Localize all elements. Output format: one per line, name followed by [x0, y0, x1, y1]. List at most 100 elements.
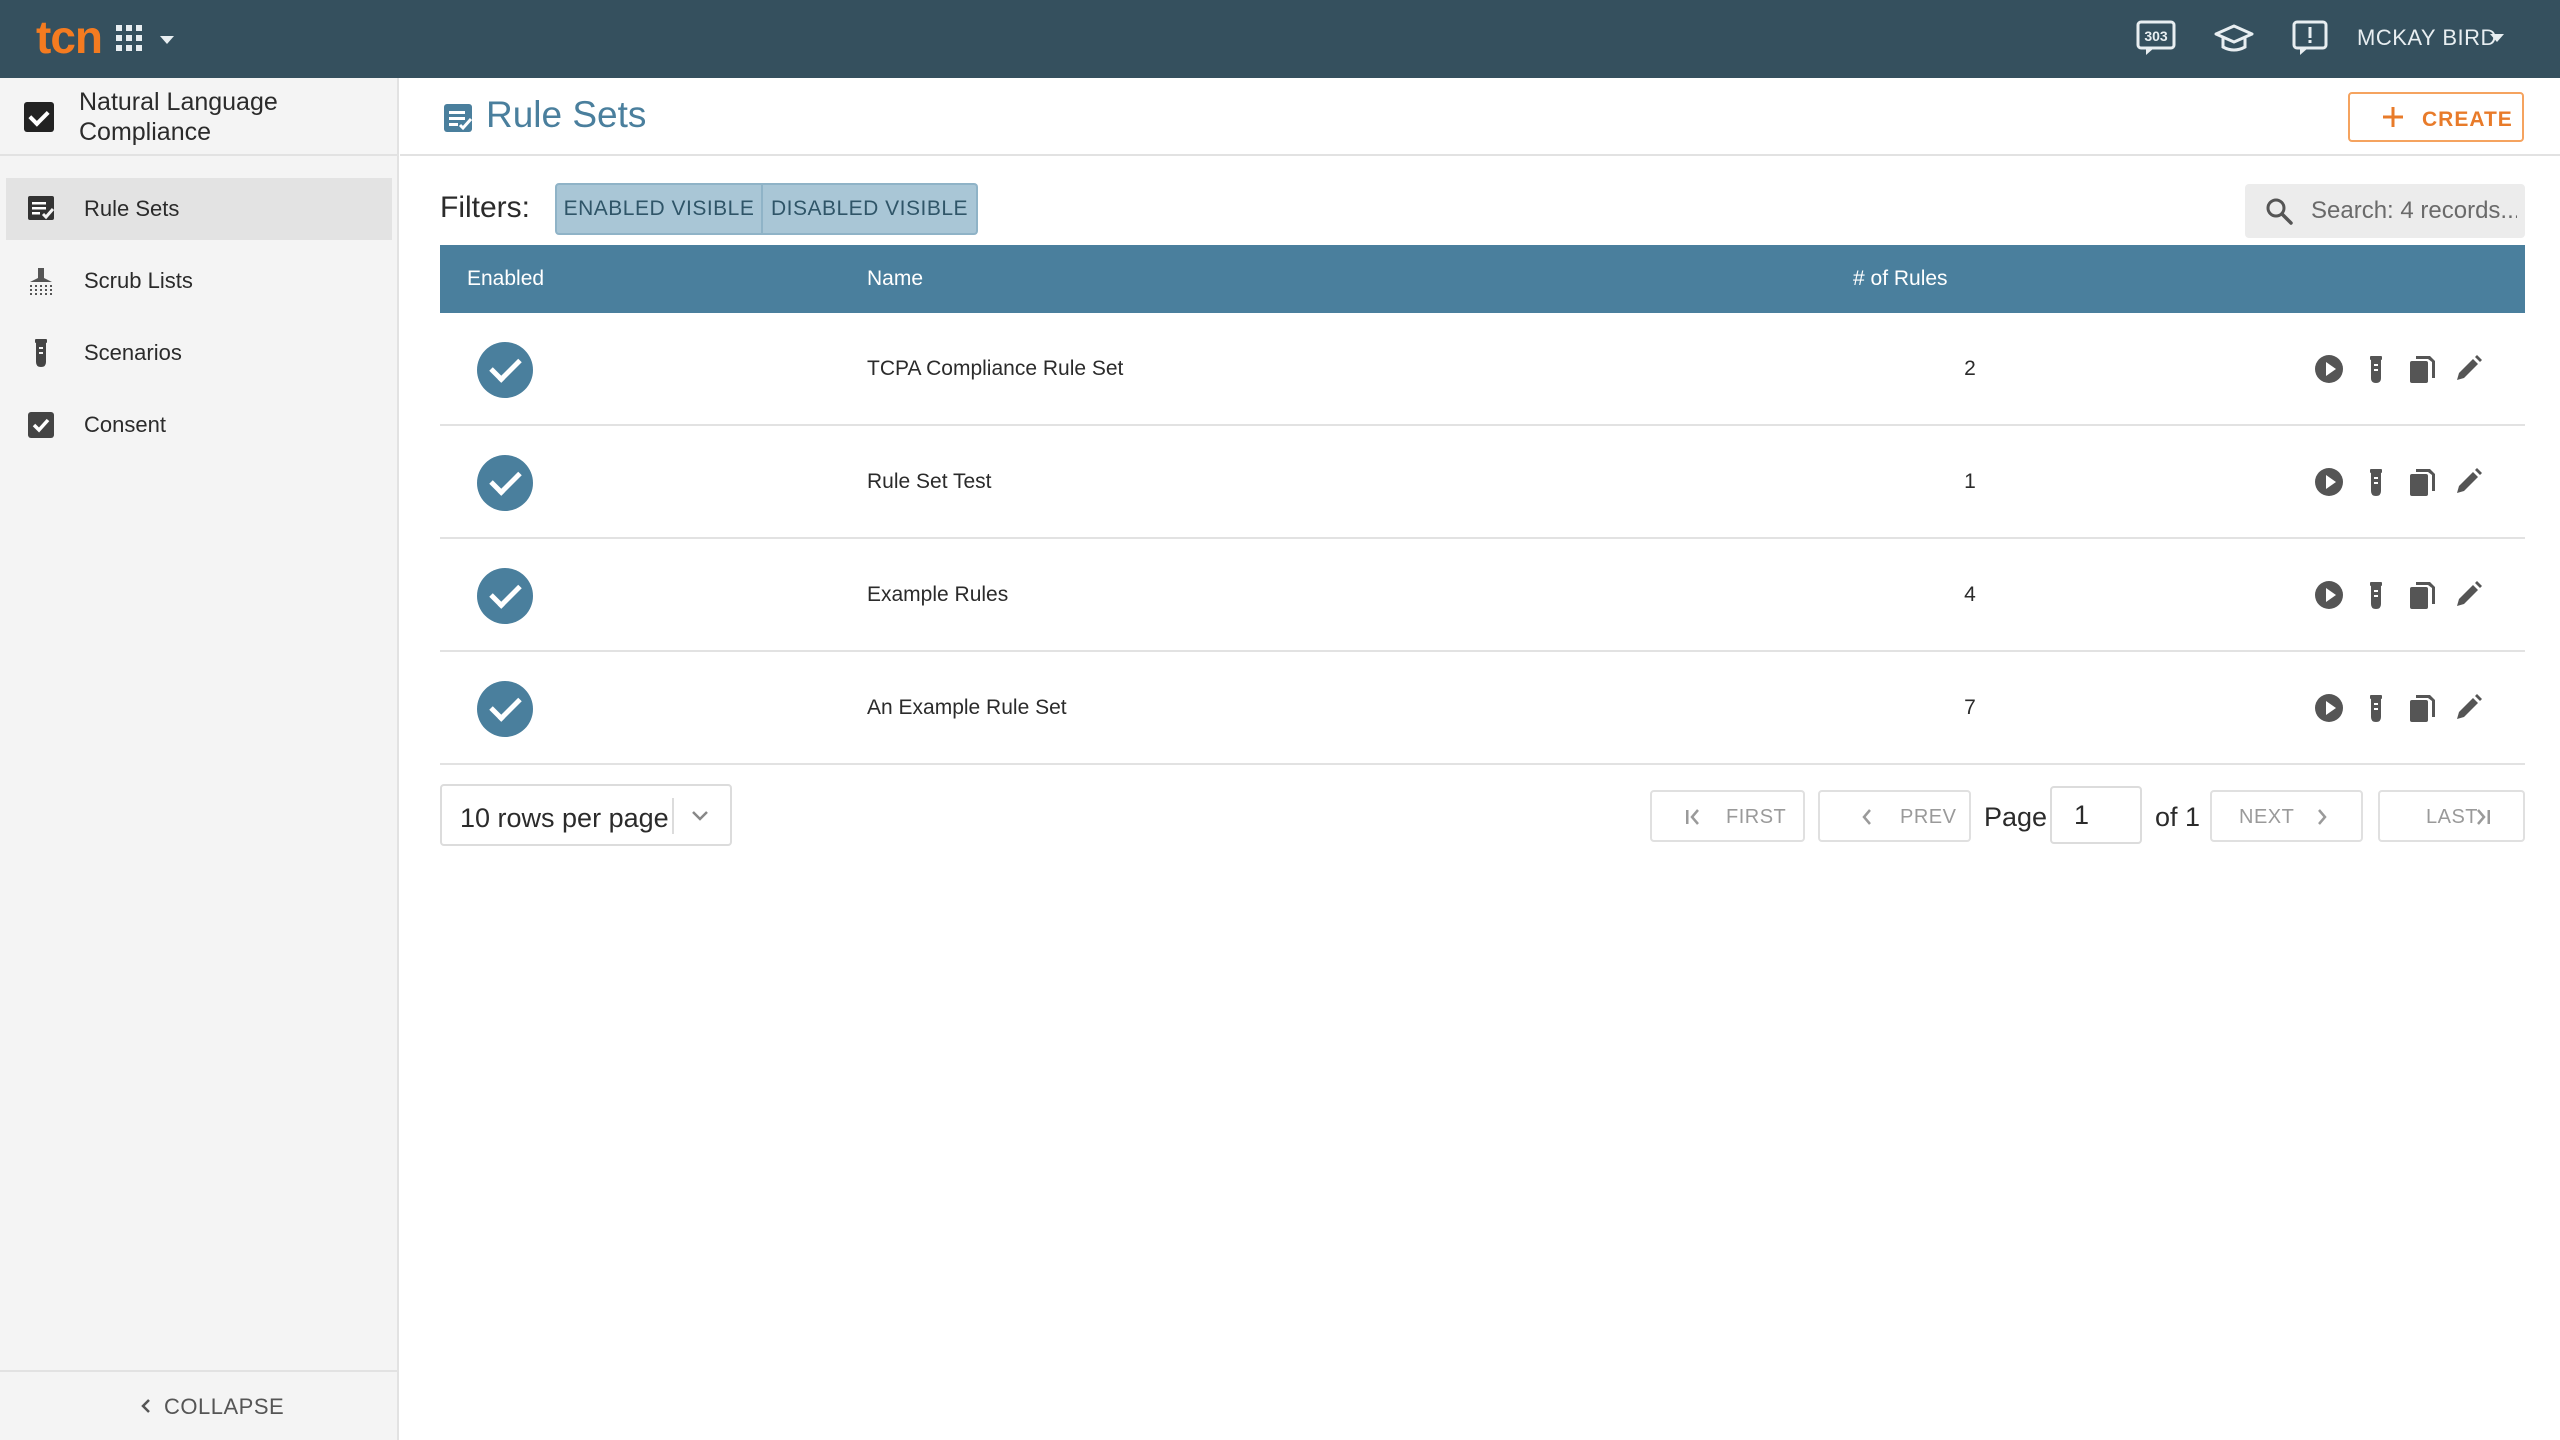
page-total: of 1: [2155, 802, 2201, 832]
sidebar-item-consent[interactable]: Consent: [6, 394, 392, 456]
page-header: Rule Sets CREATE: [400, 78, 2560, 156]
sidebar-item-scenarios[interactable]: Scenarios: [6, 322, 392, 384]
rule-set-name: Rule Set Test: [867, 470, 992, 493]
training-button[interactable]: [2214, 20, 2254, 56]
scrub-list-icon: [30, 268, 52, 295]
play-icon[interactable]: [2313, 579, 2345, 611]
app-switcher[interactable]: [116, 22, 176, 56]
sidebar-item-label: Scrub Lists: [84, 268, 193, 293]
filter-enabled-visible[interactable]: ENABLED VISIBLE: [555, 183, 763, 235]
feedback-icon: [2292, 20, 2328, 55]
copy-icon[interactable]: [2406, 353, 2438, 385]
rule-count: 7: [1964, 696, 1976, 719]
edit-icon[interactable]: [2452, 579, 2484, 611]
table-row[interactable]: Example Rules 4: [440, 539, 2525, 652]
page-number-input[interactable]: [2050, 786, 2142, 844]
test-tube-icon[interactable]: [2360, 692, 2392, 724]
edit-icon[interactable]: [2452, 466, 2484, 498]
user-menu-chevron-icon[interactable]: [2490, 34, 2504, 42]
apps-grid-icon: [116, 25, 142, 51]
select-divider: [672, 798, 674, 834]
messages-button[interactable]: 303: [2136, 20, 2176, 56]
rule-set-name: An Example Rule Set: [867, 696, 1067, 719]
sidebar-item-label: Scenarios: [84, 340, 182, 365]
chevron-left-icon: [1862, 809, 1871, 825]
test-tube-icon: [35, 339, 47, 367]
notification-count: 303: [2144, 28, 2168, 44]
sidebar-header: Natural Language Compliance: [0, 78, 397, 156]
test-tube-icon[interactable]: [2360, 579, 2392, 611]
table-header: Enabled Name # of Rules: [440, 245, 2525, 313]
filter-disabled-visible[interactable]: DISABLED VISIBLE: [763, 183, 978, 235]
user-name: MCKAY BIRD: [2357, 25, 2497, 50]
create-label: CREATE: [2422, 108, 2513, 131]
chevron-right-icon: [2318, 809, 2327, 825]
rule-count: 1: [1964, 470, 1976, 493]
app-title: Natural Language Compliance: [79, 88, 278, 146]
table-row[interactable]: TCPA Compliance Rule Set 2: [440, 313, 2525, 426]
edit-icon[interactable]: [2452, 353, 2484, 385]
last-page-button[interactable]: LAST: [2378, 790, 2525, 842]
enabled-check-icon: [477, 455, 533, 511]
first-page-icon: [1686, 809, 1699, 825]
filters-label: Filters:: [440, 191, 530, 224]
play-icon[interactable]: [2313, 466, 2345, 498]
enabled-check-icon: [477, 342, 533, 398]
graduation-cap-icon: [2214, 24, 2254, 52]
next-page-button[interactable]: NEXT: [2210, 790, 2363, 842]
column-rule-count[interactable]: # of Rules: [1853, 267, 1948, 291]
first-label: FIRST: [1726, 806, 1787, 828]
chevron-down-icon: [692, 811, 708, 821]
next-label: NEXT: [2239, 806, 2295, 828]
search-box: [2245, 184, 2525, 238]
collapse-label: COLLAPSE: [164, 1394, 285, 1419]
compliance-checkbox-icon: [24, 102, 54, 132]
test-tube-icon[interactable]: [2360, 353, 2392, 385]
column-enabled[interactable]: Enabled: [467, 267, 544, 291]
tcn-logo[interactable]: tcn: [36, 10, 103, 64]
page-label: Page: [1984, 802, 2048, 832]
play-icon[interactable]: [2313, 692, 2345, 724]
rows-per-page-select[interactable]: 10 rows per page: [440, 784, 732, 846]
rows-per-page-value: 10 rows per page: [460, 803, 669, 833]
enabled-check-icon: [477, 681, 533, 737]
copy-icon[interactable]: [2406, 579, 2438, 611]
play-icon[interactable]: [2313, 353, 2345, 385]
first-page-button[interactable]: FIRST: [1650, 790, 1805, 842]
create-button[interactable]: CREATE: [2348, 92, 2524, 142]
sidebar-item-rule-sets[interactable]: Rule Sets: [6, 178, 392, 240]
enabled-check-icon: [477, 568, 533, 624]
page-title: Rule Sets: [486, 94, 647, 135]
rule-set-name: TCPA Compliance Rule Set: [867, 357, 1124, 380]
chevron-left-icon: [141, 1399, 150, 1413]
rule-list-icon: [444, 104, 473, 132]
sidebar-item-label: Rule Sets: [84, 196, 180, 221]
last-label: LAST: [2426, 806, 2479, 828]
edit-icon[interactable]: [2452, 692, 2484, 724]
copy-icon[interactable]: [2406, 466, 2438, 498]
copy-icon[interactable]: [2406, 692, 2438, 724]
table-row[interactable]: An Example Rule Set 7: [440, 652, 2525, 765]
top-bar: tcn 303 MCKAY BIRD: [0, 0, 2560, 78]
table-row[interactable]: Rule Set Test 1: [440, 426, 2525, 539]
search-icon: [2266, 198, 2293, 225]
prev-page-button[interactable]: PREV: [1818, 790, 1971, 842]
column-name[interactable]: Name: [867, 267, 923, 291]
checkbox-icon: [28, 412, 54, 438]
rule-count: 2: [1964, 357, 1976, 380]
message-count-icon: 303: [2136, 20, 2176, 55]
feedback-button[interactable]: [2290, 20, 2330, 56]
sidebar-item-scrub-lists[interactable]: Scrub Lists: [6, 250, 392, 312]
rule-count: 4: [1964, 583, 1976, 606]
collapse-button[interactable]: COLLAPSE: [0, 1370, 397, 1440]
search-input[interactable]: [2311, 192, 2517, 230]
user-menu[interactable]: MCKAY BIRD: [2357, 25, 2497, 51]
last-page-icon: [2477, 809, 2490, 825]
sidebar-item-label: Consent: [84, 412, 166, 437]
prev-label: PREV: [1900, 806, 1957, 828]
rule-list-icon: [28, 196, 55, 220]
sidebar: Natural Language Compliance Rule Sets Sc…: [0, 78, 399, 1440]
test-tube-icon[interactable]: [2360, 466, 2392, 498]
plus-icon: [2383, 107, 2403, 127]
chevron-down-icon: [160, 36, 174, 44]
